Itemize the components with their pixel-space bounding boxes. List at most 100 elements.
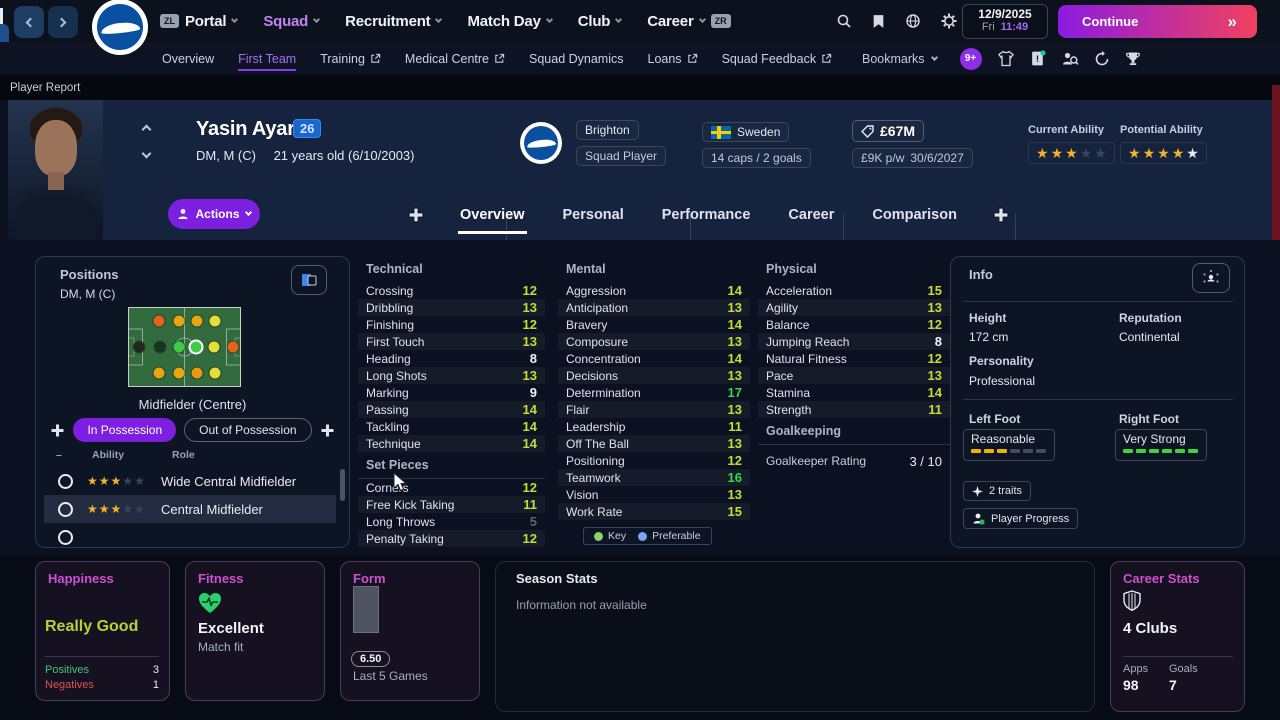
attribute-row-bravery: Bravery 14 <box>558 316 750 333</box>
attribute-value: 12 <box>522 480 537 495</box>
negatives-label: Negatives <box>45 679 94 691</box>
external-link-icon <box>687 53 697 63</box>
subnav-overview[interactable]: Overview <box>162 46 214 72</box>
position-report-icon-button[interactable] <box>291 265 327 295</box>
tab-comparison[interactable]: Comparison <box>870 203 959 227</box>
attribute-row-jumping-reach: Jumping Reach 8 <box>758 333 950 350</box>
player-age: 21 years old (6/10/2003) <box>273 148 415 163</box>
player-position: DM, M (C) <box>196 148 256 163</box>
contract-end: 30/6/2027 <box>910 151 964 165</box>
nation-chip[interactable]: Sweden <box>702 122 790 142</box>
role-row[interactable]: ★★★★★ Wide Central Midfielder <box>44 467 336 495</box>
menu-career[interactable]: Career ZR <box>647 13 731 30</box>
role-radio[interactable] <box>58 501 73 517</box>
form-sub: Last 5 Games <box>353 669 428 683</box>
role-row[interactable]: ★★★★★ Central Midfielder <box>44 495 336 523</box>
club-name-chip[interactable]: Brighton <box>576 120 639 140</box>
positions-panel: Positions DM, M (C) Midfielder (Centre) … <box>35 256 350 548</box>
in-possession-toggle[interactable]: In Possession <box>73 418 177 442</box>
physical-header: Physical <box>766 262 817 276</box>
traits-button[interactable]: 2 traits <box>963 481 1032 501</box>
add-icon[interactable] <box>50 423 65 438</box>
sync-refresh-icon[interactable] <box>1094 50 1110 67</box>
subnav-training[interactable]: Training <box>320 46 381 72</box>
add-icon[interactable] <box>320 423 335 438</box>
attribute-value: 12 <box>727 453 742 468</box>
attribute-value: 13 <box>727 487 742 502</box>
potential-ability: Potential Ability ★ ★ ★ ★ ★ <box>1120 124 1207 164</box>
add-tab-icon[interactable] <box>993 207 1009 223</box>
subnav-first-team[interactable]: First Team <box>238 46 297 72</box>
add-tab-icon[interactable] <box>408 207 424 223</box>
positives-row: Positives 3 <box>45 664 159 676</box>
happiness-card[interactable]: Happiness Really Good Positives 3 Negati… <box>35 561 170 701</box>
previous-player-button[interactable] <box>139 124 153 134</box>
menu-club[interactable]: Club <box>578 13 623 30</box>
out-of-possession-toggle[interactable]: Out of Possession <box>184 418 312 442</box>
trophy-icon[interactable] <box>1125 51 1141 67</box>
subnav-label: Overview <box>162 51 215 66</box>
report-document-icon[interactable]: ! <box>1030 50 1046 67</box>
form-title: Form <box>353 571 386 586</box>
career-stats-card[interactable]: Career Stats 4 Clubs Apps 98 Goals 7 <box>1110 561 1245 712</box>
subnav-loans[interactable]: Loans <box>648 46 698 72</box>
star-empty: ★ <box>122 502 135 516</box>
next-player-button[interactable] <box>139 148 153 158</box>
attribute-label: Concentration <box>566 351 641 366</box>
menu-portal[interactable]: ZL Portal <box>160 13 239 30</box>
back-button[interactable] <box>14 6 44 38</box>
relationships-icon-button[interactable] <box>1192 263 1230 293</box>
wage-contract-chip[interactable]: £9K p/w 30/6/2027 <box>852 148 973 168</box>
attribute-label: Stamina <box>766 385 811 400</box>
star-light: ★ <box>1186 145 1199 161</box>
attribute-value: 13 <box>727 436 742 451</box>
menu-recruitment[interactable]: Recruitment <box>345 13 443 30</box>
international-record-chip[interactable]: 14 caps / 2 goals <box>702 148 811 168</box>
position-dot <box>133 341 145 353</box>
star-empty: ★ <box>1094 145 1107 161</box>
search-icon[interactable] <box>836 13 852 29</box>
attribute-label: Long Throws <box>366 514 436 529</box>
possession-toggle: In Possession Out of Possession <box>36 418 349 442</box>
roles-scrollbar[interactable] <box>340 469 345 501</box>
goalkeeper-rating-label: Goalkeeper Rating <box>766 454 867 468</box>
set-pieces-header: Set Pieces <box>358 454 545 479</box>
foot-strength-segment <box>971 449 981 453</box>
tab-career[interactable]: Career <box>786 203 836 227</box>
attribute-label: Free Kick Taking <box>366 497 455 512</box>
foot-strength-segment <box>1149 449 1159 453</box>
squad-status-chip[interactable]: Squad Player <box>576 146 667 166</box>
notifications-badge[interactable]: 9+ <box>959 47 982 70</box>
settings-gear-icon[interactable] <box>941 13 957 29</box>
attribute-row-composure: Composure 13 <box>558 333 750 350</box>
tab-performance[interactable]: Performance <box>660 203 753 227</box>
tab-overview[interactable]: Overview <box>458 203 527 234</box>
menu-squad[interactable]: Squad <box>263 13 321 30</box>
foot-strength-segment <box>1036 449 1046 453</box>
price-tag-icon <box>861 124 874 138</box>
tab-personal[interactable]: Personal <box>561 203 626 227</box>
squad-shirt-icon[interactable] <box>997 50 1015 67</box>
attribute-row-stamina: Stamina 14 <box>758 384 950 401</box>
forward-button[interactable] <box>48 6 78 38</box>
continue-button[interactable]: Continue » <box>1058 5 1257 38</box>
bookmarks-dropdown[interactable]: Bookmarks <box>862 52 938 66</box>
player-progress-button[interactable]: Player Progress <box>963 508 1079 529</box>
subnav-squad-feedback[interactable]: Squad Feedback <box>722 46 833 72</box>
minimize-icon[interactable]: – <box>56 449 92 461</box>
attribute-label: Off The Ball <box>566 436 629 451</box>
happiness-value: Really Good <box>45 618 139 635</box>
menu-match-day[interactable]: Match Day <box>467 13 553 30</box>
actions-button[interactable]: Actions <box>168 199 260 229</box>
page-title: Player Report <box>10 81 81 94</box>
role-radio[interactable] <box>58 473 73 489</box>
fitness-card[interactable]: Fitness Excellent Match fit <box>185 561 325 701</box>
bookmark-flag-icon[interactable] <box>872 14 885 29</box>
scouting-search-icon[interactable] <box>1061 50 1079 67</box>
subnav-squad-dynamics[interactable]: Squad Dynamics <box>529 46 624 72</box>
form-card[interactable]: Form 6.50 Last 5 Games <box>340 561 480 701</box>
subnav-medical-centre[interactable]: Medical Centre <box>405 46 505 72</box>
transfer-value-chip[interactable]: £67M <box>852 120 925 142</box>
happiness-title: Happiness <box>48 571 114 586</box>
globe-icon[interactable] <box>905 13 921 29</box>
